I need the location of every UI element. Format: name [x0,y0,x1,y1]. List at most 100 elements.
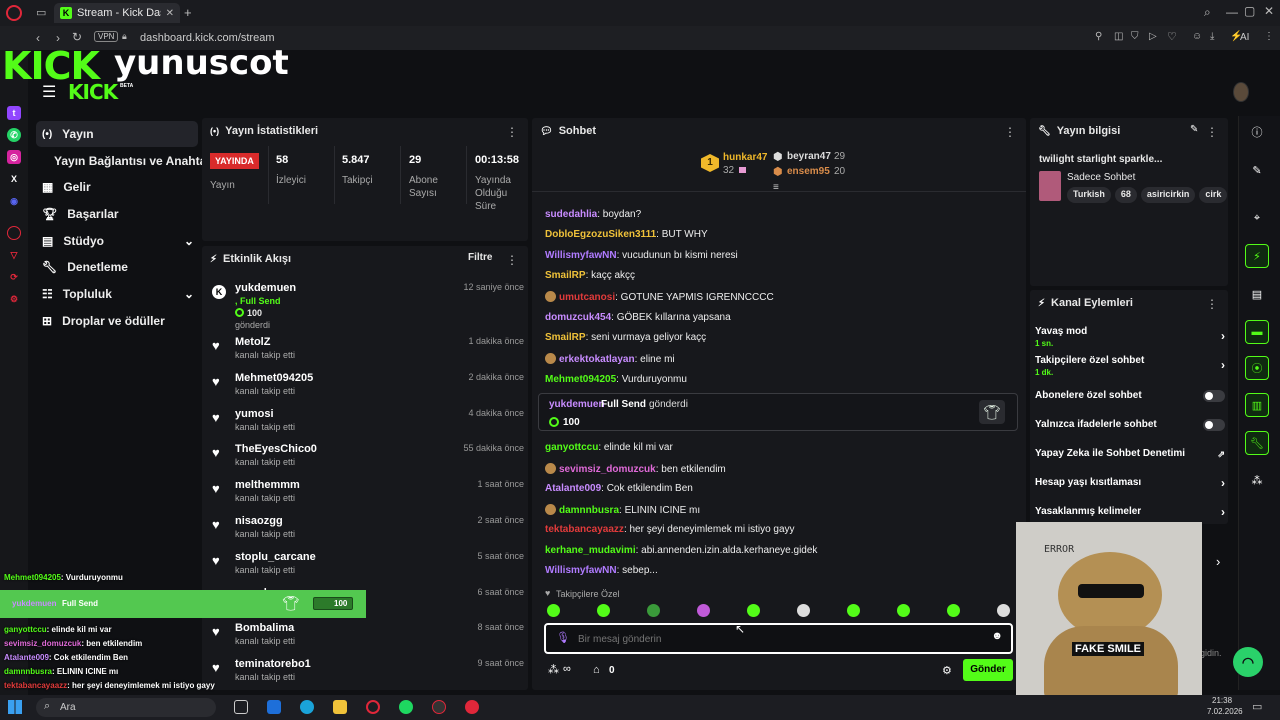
shield-icon[interactable]: ⛉ [1131,31,1139,42]
notification-icon[interactable]: ▭ [1252,700,1262,713]
leader-3-name[interactable]: ensem95 [787,166,830,177]
download-icon[interactable]: ⤓ [1210,31,1214,42]
nav-item-stream-key[interactable]: Yayın Bağlantısı ve Anahtarı [36,148,214,174]
event-user[interactable]: yumosi [235,408,274,420]
event-user[interactable]: melthemmm [235,479,300,491]
opera-icon[interactable] [366,700,380,714]
tag[interactable]: Turkish [1067,187,1111,203]
close-tab-icon[interactable]: ✕ [166,8,174,19]
camera-icon[interactable]: ◫ [1114,31,1123,42]
emote-icon[interactable] [897,604,910,617]
chat-username[interactable]: umutcanosi [559,292,615,303]
more-options-icon[interactable]: ⋮ [1004,125,1016,139]
opera-logo-icon[interactable] [6,5,22,21]
info-icon[interactable]: ⓘ [1245,120,1269,144]
store-icon[interactable]: ⌂ [593,664,600,676]
slow-mode-row[interactable]: Yavaş mod 1 sn. › [1035,326,1225,348]
twitch-icon[interactable]: t [7,106,21,120]
emoji-icon[interactable]: ☻ [991,630,1003,642]
history-icon[interactable] [7,226,21,240]
extensions-icon[interactable]: ⟳ [7,270,21,284]
minimize-icon[interactable]: — [1226,5,1238,19]
task-view-icon[interactable] [234,700,248,714]
event-user[interactable]: Bombalima [235,622,294,634]
media-player-icon[interactable] [465,700,479,714]
event-user[interactable]: MetolZ [235,336,270,348]
age-limit-row[interactable]: Hesap yaşı kısıtlaması › [1035,476,1225,491]
emote-icon[interactable] [647,604,660,617]
event-user[interactable]: TheEyesChico0 [235,443,317,455]
x-icon[interactable]: X [7,172,21,186]
chat-username[interactable]: ganyottccu [545,442,598,453]
menu-icon[interactable]: ⋮ [1264,31,1274,42]
emote-chat-toggle[interactable] [1203,419,1225,431]
filter-button[interactable]: Filtre [468,252,492,263]
more-options-icon[interactable]: ⋮ [1206,297,1218,311]
user-avatar[interactable] [1233,82,1249,102]
forward-icon[interactable]: › [56,31,60,45]
outlook-icon[interactable] [267,700,281,714]
chat-username[interactable]: sudedahlia [545,209,597,220]
spotify-icon[interactable] [399,700,413,714]
emote-icon[interactable] [597,604,610,617]
followers-chat-row[interactable]: Takipçilere özel sohbet 1 dk. › [1035,355,1225,377]
ai-moderation-row[interactable]: Yapay Zeka ile Sohbet Denetimi ⇗ [1035,448,1225,462]
tab-list-icon[interactable]: ▭ [36,6,46,19]
close-window-icon[interactable]: ✕ [1264,4,1274,18]
emote-icon[interactable] [547,604,560,617]
chat-username[interactable]: SmailRP [545,270,586,281]
broadcast-icon[interactable]: ⦿ [1245,356,1269,380]
hamburger-menu-icon[interactable]: ☰ [42,82,56,102]
clock-date[interactable]: 7.02.2026 [1207,707,1243,716]
event-user[interactable]: yukdemuen [235,282,296,294]
nodes-icon[interactable]: ⁂ [1245,468,1269,492]
reload-icon[interactable]: ↻ [72,30,82,44]
vpn-badge[interactable]: VPN [94,31,119,42]
pin-icon[interactable]: ⚲ [1095,31,1102,42]
edge-icon[interactable] [300,700,314,714]
more-options-icon[interactable]: ⋮ [1206,125,1218,139]
lightning-icon[interactable]: ⚡︎ [1245,244,1269,268]
gift-user[interactable]: yukdemuen [549,399,605,410]
chat-username[interactable]: kerhane_mudavimi [545,545,636,556]
banned-words-row[interactable]: Yasaklanmış kelimeler › [1035,505,1225,520]
gear-icon[interactable]: ⚙ [942,664,952,677]
heart-icon[interactable]: ♡ [1167,30,1177,43]
subscribers-chat-toggle[interactable] [1203,390,1225,402]
nav-item-revenue[interactable]: ▦ Gelir [36,174,198,200]
chat-username[interactable]: tektabancayaazz [545,524,624,535]
emote-icon[interactable] [997,604,1010,617]
more-options-icon[interactable]: ⋮ [506,125,518,139]
emote-icon[interactable] [747,604,760,617]
clock-time[interactable]: 21:38 [1212,696,1232,705]
layout-icon[interactable]: ▥ [1245,393,1269,417]
tag[interactable]: asiricirkin [1140,187,1196,203]
maximize-icon[interactable]: ▢ [1244,4,1255,18]
chat-username[interactable]: Mehmet094205 [545,374,616,385]
ai-label[interactable]: AI [1240,32,1249,43]
chat-input[interactable] [578,629,978,649]
bookmark-icon[interactable]: ▽ [7,248,21,262]
event-user[interactable]: stoplu_carcane [235,551,316,563]
chat-username[interactable]: erkektokatlayan [559,354,635,365]
edit-icon[interactable]: ✎ [1190,124,1198,135]
document-icon[interactable]: ▤ [1245,282,1269,306]
emote-icon[interactable] [697,604,710,617]
chat-username[interactable]: sevimsiz_domuzcuk [559,464,656,475]
search-icon[interactable]: ⌕ [1204,5,1211,20]
chat-username[interactable]: Atalante009 [545,483,601,494]
instagram-icon[interactable]: ◎ [7,150,21,164]
discord-icon[interactable]: ◉ [7,194,21,208]
emote-icon[interactable] [797,604,810,617]
wrench-icon[interactable]: 🔧︎ [1245,431,1269,455]
emote-icon[interactable] [947,604,960,617]
browser-tab[interactable]: K Stream - Kick Dashboard ✕ [54,3,180,23]
support-button[interactable]: ◠ [1233,647,1263,677]
microphone-icon[interactable]: 🎙︎ [556,631,570,644]
windows-start-icon[interactable] [8,700,22,714]
chat-username[interactable]: SmailRP [545,332,586,343]
back-icon[interactable]: ‹ [36,31,40,45]
tag[interactable]: cirk [1199,187,1227,203]
nav-item-community[interactable]: ☷ Topluluk ⌄ [36,281,198,307]
leader-2-name[interactable]: beyran47 [787,151,831,162]
